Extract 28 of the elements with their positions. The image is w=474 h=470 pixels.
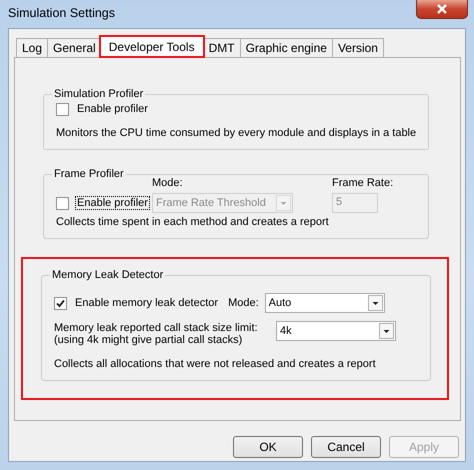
checkbox-label[interactable]: Enable profiler — [75, 196, 150, 210]
description: Collects time spent in each method and creates a report — [56, 216, 330, 228]
mode-label: Mode: — [152, 177, 184, 189]
dialog-button[interactable]: Cancel — [311, 436, 381, 458]
tab[interactable]: Developer Tools — [98, 35, 205, 58]
dropdown[interactable]: Auto — [264, 293, 385, 313]
checkbox[interactable] — [54, 296, 67, 310]
dropdown[interactable]: 4k — [276, 321, 396, 341]
checkbox[interactable] — [56, 196, 69, 210]
tab[interactable]: Version — [332, 38, 384, 57]
description: Monitors the CPU time consumed by every module and displays in a table — [56, 127, 418, 139]
checkbox-label[interactable]: Enable memory leak detector — [73, 296, 220, 310]
dialog-button[interactable]: OK — [233, 436, 303, 458]
tab[interactable]: Log — [16, 38, 48, 57]
group-title: Memory Leak Detector — [51, 269, 164, 281]
checkbox-label[interactable]: Enable profiler — [75, 102, 150, 116]
checkbox[interactable] — [56, 102, 69, 116]
frame-rate-label: Frame Rate: — [332, 177, 394, 189]
description: Collects all allocations that were not released and creates a report — [54, 358, 377, 370]
close-button[interactable] — [416, 0, 468, 19]
limit-note: (using 4k might give partial call stacks) — [54, 334, 244, 346]
limit-label: Memory leak reported call stack size limit: — [54, 322, 259, 334]
group-title: Frame Profiler — [53, 168, 125, 180]
window-title: Simulation Settings — [8, 6, 116, 20]
group-title: Simulation Profiler — [53, 88, 144, 100]
tab[interactable]: Graphic engine — [240, 38, 333, 57]
mode-label: Mode: — [228, 297, 259, 309]
close-icon — [436, 4, 448, 14]
